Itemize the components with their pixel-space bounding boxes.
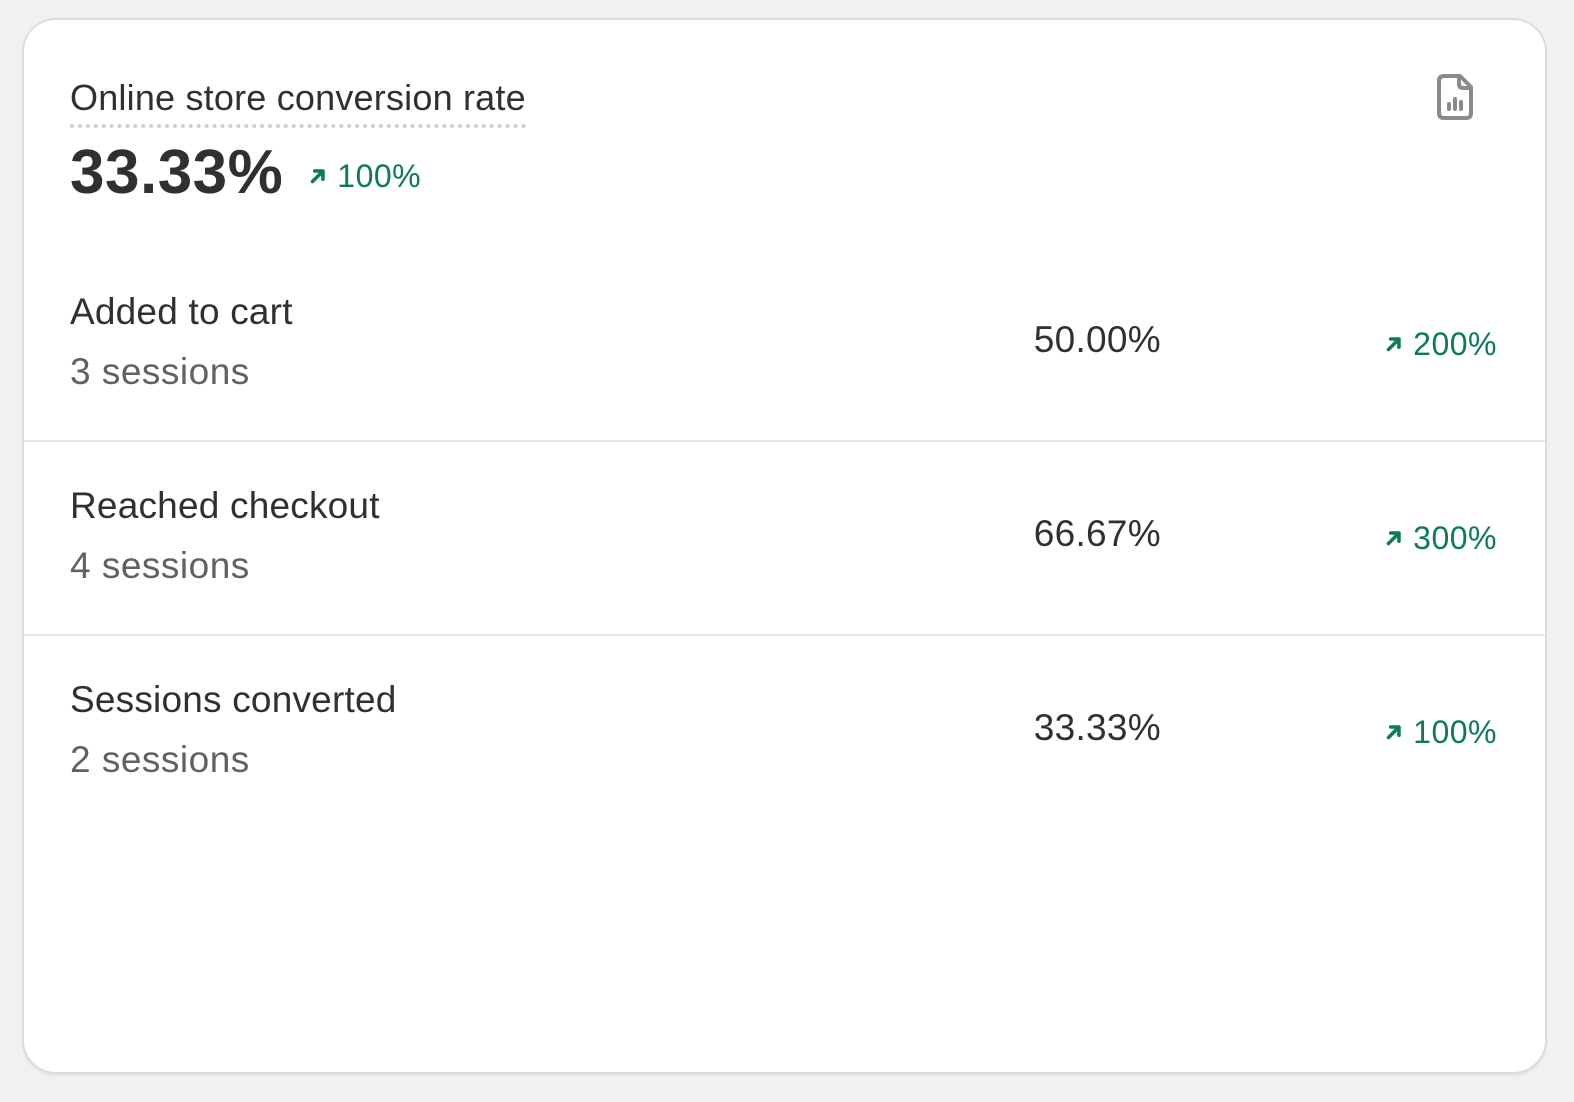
chart-report-icon [1437, 74, 1473, 120]
arrow-up-right-icon [1386, 531, 1401, 546]
arrow-up-right-icon [311, 169, 325, 184]
row-label: Added to cart [70, 291, 293, 332]
row-label: Sessions converted [70, 679, 397, 720]
row-trend: 100% [1383, 710, 1497, 754]
row-trend-value: 100% [1413, 714, 1497, 750]
headline-trend: 100% [307, 158, 421, 195]
arrow-up-right-icon [1386, 725, 1401, 740]
row-rate: 33.33% [1033, 707, 1161, 748]
view-report-button[interactable] [1433, 72, 1477, 122]
card-header: Online store conversion rate 33.33% 100% [70, 76, 1545, 208]
metric-title[interactable]: Online store conversion rate [70, 76, 526, 128]
row-trend: 300% [1383, 516, 1497, 560]
headline-row: 33.33% 100% [70, 138, 1545, 208]
headline-value: 33.33% [70, 138, 284, 207]
funnel-row-added-to-cart: Added to cart 3 sessions 50.00% 200% [24, 248, 1545, 442]
row-sessions: 2 sessions [70, 739, 250, 780]
row-sessions: 4 sessions [70, 545, 250, 586]
funnel-row-reached-checkout: Reached checkout 4 sessions 66.67% 300% [24, 442, 1545, 636]
arrow-up-right-icon [1386, 337, 1401, 352]
funnel-row-sessions-converted: Sessions converted 2 sessions 33.33% 100… [24, 636, 1545, 830]
row-trend: 200% [1383, 322, 1497, 366]
row-label: Reached checkout [70, 485, 380, 526]
funnel-rows: Added to cart 3 sessions 50.00% 200% Rea… [24, 248, 1545, 830]
row-sessions: 3 sessions [70, 351, 250, 392]
row-trend-value: 200% [1413, 326, 1497, 362]
conversion-rate-card: Online store conversion rate 33.33% 100%… [22, 18, 1547, 1074]
row-rate: 66.67% [1033, 513, 1161, 554]
row-rate: 50.00% [1033, 319, 1161, 360]
headline-trend-value: 100% [337, 157, 422, 194]
row-trend-value: 300% [1413, 520, 1497, 556]
